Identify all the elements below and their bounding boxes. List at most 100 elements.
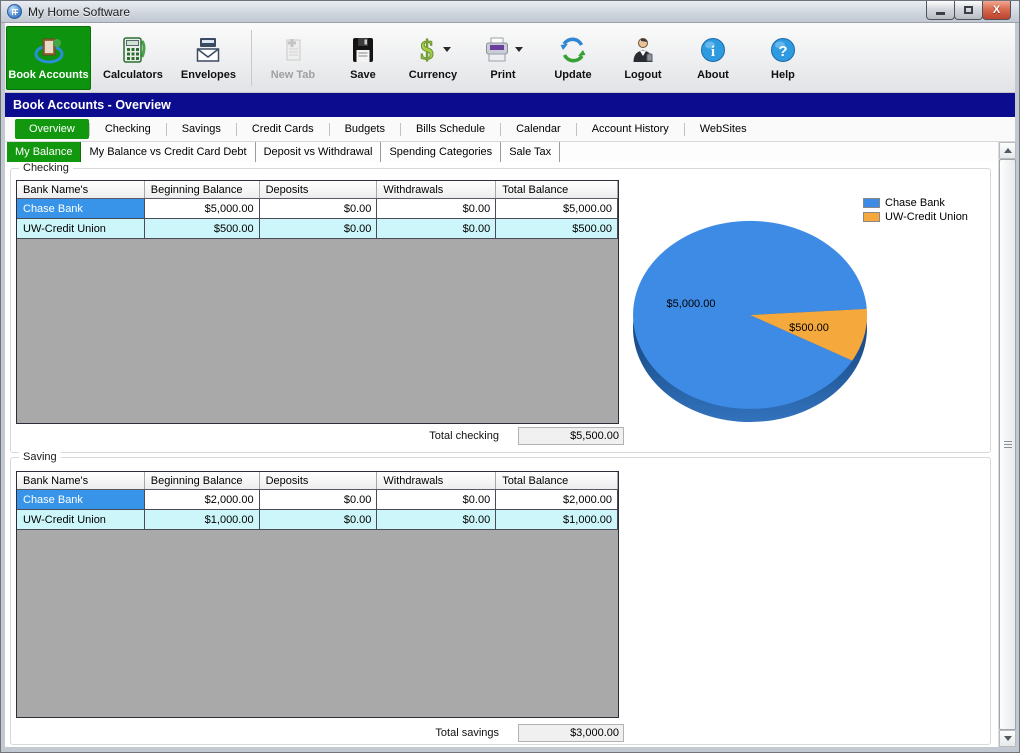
table-cell[interactable]: $500.00 <box>496 219 618 238</box>
total-saving-field[interactable]: $3,000.00 <box>518 724 624 742</box>
table-row[interactable]: UW-Credit Union$500.00$0.00$0.00$500.00 <box>17 219 618 239</box>
tab-budgets[interactable]: Budgets <box>330 119 400 139</box>
column-header[interactable]: Withdrawals <box>377 472 496 489</box>
subtab-my-balance-vs-credit-card-debt[interactable]: My Balance vs Credit Card Debt <box>81 142 255 162</box>
toolbar: Book Accounts Calculators <box>5 23 1015 93</box>
envelopes-button[interactable]: Envelopes <box>175 26 242 90</box>
print-button[interactable]: Print <box>471 26 535 90</box>
table-cell[interactable]: $0.00 <box>377 510 496 529</box>
update-button[interactable]: Update <box>541 26 605 90</box>
section-header: Book Accounts - Overview <box>5 93 1015 117</box>
saving-table[interactable]: Bank Name'sBeginning BalanceDepositsWith… <box>16 471 619 718</box>
help-button[interactable]: ? Help <box>751 26 815 90</box>
checking-group: Checking Bank Name'sBeginning BalanceDep… <box>10 168 991 453</box>
legend-item: UW-Credit Union <box>863 211 968 223</box>
grid-empty-area <box>17 530 618 717</box>
table-cell[interactable]: $1,000.00 <box>145 510 260 529</box>
table-cell[interactable]: $0.00 <box>377 199 496 218</box>
table-row[interactable]: Chase Bank$5,000.00$0.00$0.00$5,000.00 <box>17 199 618 219</box>
tab-content: Checking Bank Name'sBeginning BalanceDep… <box>5 162 1015 747</box>
table-cell[interactable]: $2,000.00 <box>496 490 618 509</box>
about-info-icon: i <box>698 35 728 65</box>
toolbar-separator <box>251 30 252 86</box>
legend-label: Chase Bank <box>885 197 945 209</box>
column-header[interactable]: Beginning Balance <box>145 472 260 489</box>
logout-person-icon <box>628 35 658 65</box>
about-button[interactable]: i About <box>681 26 745 90</box>
toolbar-label: Book Accounts <box>8 69 88 81</box>
table-cell[interactable]: $5,000.00 <box>145 199 260 218</box>
calculators-button[interactable]: Calculators <box>97 26 169 90</box>
table-cell[interactable]: UW-Credit Union <box>17 219 145 238</box>
table-cell[interactable]: $0.00 <box>260 510 378 529</box>
column-header[interactable]: Total Balance <box>496 181 618 198</box>
legend-swatch <box>863 198 880 208</box>
tab-websites[interactable]: WebSites <box>685 119 762 139</box>
legend-swatch <box>863 212 880 222</box>
tab-overview[interactable]: Overview <box>15 119 89 139</box>
column-header[interactable]: Deposits <box>260 472 378 489</box>
table-row[interactable]: Chase Bank$2,000.00$0.00$0.00$2,000.00 <box>17 490 618 510</box>
checking-table[interactable]: Bank Name'sBeginning BalanceDepositsWith… <box>16 180 619 424</box>
subtab-deposit-vs-withdrawal[interactable]: Deposit vs Withdrawal <box>256 142 382 162</box>
column-header[interactable]: Deposits <box>260 181 378 198</box>
table-row[interactable]: UW-Credit Union$1,000.00$0.00$0.00$1,000… <box>17 510 618 530</box>
column-header[interactable]: Withdrawals <box>377 181 496 198</box>
table-cell[interactable]: Chase Bank <box>17 199 145 218</box>
total-checking-field[interactable]: $5,500.00 <box>518 427 624 445</box>
new-tab-button: New Tab <box>261 26 325 90</box>
table-cell[interactable]: $0.00 <box>260 199 378 218</box>
currency-dropdown-arrow[interactable] <box>443 47 451 56</box>
table-cell[interactable]: $500.00 <box>145 219 260 238</box>
logout-button[interactable]: Logout <box>611 26 675 90</box>
vertical-scrollbar[interactable] <box>998 142 1015 747</box>
svg-text:?: ? <box>778 43 787 60</box>
column-header[interactable]: Bank Name's <box>17 472 145 489</box>
maximize-button[interactable] <box>954 1 983 20</box>
title-bar[interactable]: My Home Software X <box>1 1 1019 23</box>
tab-bills-schedule[interactable]: Bills Schedule <box>401 119 500 139</box>
subtab-spending-categories[interactable]: Spending Categories <box>381 142 501 162</box>
table-cell[interactable]: $0.00 <box>377 490 496 509</box>
saving-group-label: Saving <box>19 451 61 463</box>
window-title: My Home Software <box>28 5 130 19</box>
scroll-down-button[interactable] <box>999 730 1016 747</box>
scroll-up-button[interactable] <box>999 142 1016 159</box>
toolbar-label: New Tab <box>271 69 315 81</box>
close-button[interactable]: X <box>982 1 1011 20</box>
scroll-up-icon <box>1004 144 1012 153</box>
table-cell[interactable]: $0.00 <box>377 219 496 238</box>
column-header[interactable]: Total Balance <box>496 472 618 489</box>
calculator-icon <box>118 35 148 65</box>
currency-button[interactable]: $ Currency <box>401 26 465 90</box>
minimize-button[interactable] <box>926 1 955 20</box>
toolbar-label: Save <box>350 69 376 81</box>
legend-label: UW-Credit Union <box>885 211 968 223</box>
tab-calendar[interactable]: Calendar <box>501 119 576 139</box>
maximize-icon <box>964 6 973 14</box>
tab-checking[interactable]: Checking <box>90 119 166 139</box>
table-cell[interactable]: UW-Credit Union <box>17 510 145 529</box>
book-accounts-button[interactable]: Book Accounts <box>6 26 91 90</box>
table-cell[interactable]: $0.00 <box>260 490 378 509</box>
table-cell[interactable]: $0.00 <box>260 219 378 238</box>
table-cell[interactable]: $1,000.00 <box>496 510 618 529</box>
app-icon <box>7 4 22 19</box>
scrollbar-thumb[interactable] <box>999 159 1016 730</box>
subtab-sale-tax[interactable]: Sale Tax <box>501 142 560 162</box>
total-checking-row: Total checking $5,500.00 <box>16 427 629 447</box>
column-header[interactable]: Bank Name's <box>17 181 145 198</box>
table-cell[interactable]: $5,000.00 <box>496 199 618 218</box>
subtab-my-balance[interactable]: My Balance <box>7 142 81 162</box>
tab-credit-cards[interactable]: Credit Cards <box>237 119 329 139</box>
pie-value-label: $5,000.00 <box>667 298 716 310</box>
tab-savings[interactable]: Savings <box>167 119 236 139</box>
save-button[interactable]: Save <box>331 26 395 90</box>
column-header[interactable]: Beginning Balance <box>145 181 260 198</box>
toolbar-label: Calculators <box>103 69 163 81</box>
table-cell[interactable]: $2,000.00 <box>145 490 260 509</box>
print-dropdown-arrow[interactable] <box>515 47 523 56</box>
table-cell[interactable]: Chase Bank <box>17 490 145 509</box>
save-floppy-icon <box>348 35 378 65</box>
tab-account-history[interactable]: Account History <box>577 119 684 139</box>
